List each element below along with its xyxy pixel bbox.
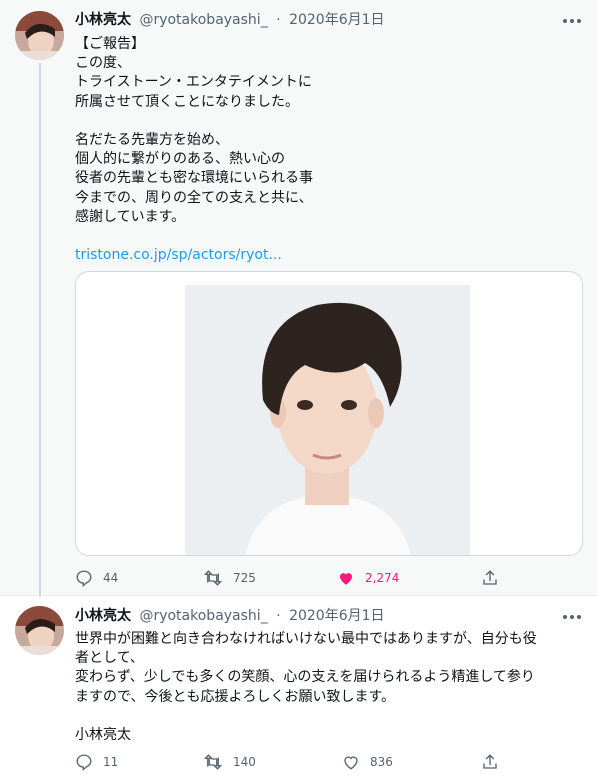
tweet-date[interactable]: 2020年6月1日 bbox=[289, 608, 384, 624]
share-button[interactable] bbox=[481, 752, 499, 772]
text-line: 世界中が困難と向き合わなければいけない最中ではありますが、自分も役 bbox=[75, 631, 537, 647]
text-line: ますので、今後とも応援よろしくお願い致します。 bbox=[75, 688, 396, 705]
retweet-icon bbox=[203, 570, 223, 586]
tweet-actions: 44 725 2,274 bbox=[75, 568, 515, 588]
tweet-header: 小林亮太 @ryotakobayashi_ · 2020年6月1日 bbox=[75, 605, 385, 627]
text-line: 役者の先輩とも密な環境にいられる事 bbox=[75, 170, 313, 187]
text-line: 小林亮太 bbox=[75, 726, 131, 743]
text-line: 変わらず、少しでも多くの笑顔、心の支えを届けられるよう精進して参り bbox=[75, 669, 535, 686]
text-line: 今までの、周りの全ての支えと共に、 bbox=[75, 189, 313, 206]
like-count: 2,274 bbox=[365, 571, 400, 585]
text-line: 所属させて頂くことになりました。 bbox=[75, 93, 299, 110]
retweet-button[interactable]: 725 bbox=[203, 568, 256, 588]
separator: · bbox=[276, 608, 281, 624]
tweet-actions: 11 140 836 bbox=[75, 752, 515, 772]
tweet-2[interactable]: 小林亮太 @ryotakobayashi_ · 2020年6月1日 世界中が困難… bbox=[0, 597, 597, 779]
heart-icon bbox=[344, 756, 358, 770]
avatar[interactable] bbox=[15, 606, 64, 655]
author-name[interactable]: 小林亮太 bbox=[75, 608, 131, 624]
reply-count: 11 bbox=[103, 755, 119, 769]
text-line: 【ご報告】 bbox=[75, 36, 145, 52]
text-line: トライストーン・エンタテイメントに bbox=[75, 74, 312, 91]
text-line: 個人的に繋がりのある、熱い心の bbox=[75, 151, 285, 168]
tweet-text: 世界中が困難と向き合わなければいけない最中ではありますが、自分も役 者として、 … bbox=[75, 630, 583, 745]
reply-button[interactable]: 44 bbox=[75, 568, 118, 588]
author-handle[interactable]: @ryotakobayashi_ bbox=[139, 12, 267, 28]
author-name[interactable]: 小林亮太 bbox=[75, 12, 131, 28]
more-options-icon[interactable] bbox=[563, 12, 581, 30]
profile-photo[interactable] bbox=[185, 285, 470, 555]
author-handle[interactable]: @ryotakobayashi_ bbox=[139, 608, 267, 624]
tweet-1[interactable]: 小林亮太 @ryotakobayashi_ · 2020年6月1日 【ご報告】 … bbox=[0, 0, 597, 608]
reply-icon bbox=[76, 570, 92, 587]
retweet-icon bbox=[203, 754, 223, 770]
tweet-link[interactable]: tristone.co.jp/sp/actors/ryot... bbox=[75, 246, 583, 265]
text-line bbox=[75, 112, 583, 131]
tweet-text: 【ご報告】 この度、 トライストーン・エンタテイメントに 所属させて頂くことにな… bbox=[75, 35, 583, 265]
reply-button[interactable]: 11 bbox=[75, 752, 118, 772]
like-count: 836 bbox=[370, 755, 393, 769]
retweet-count: 140 bbox=[233, 755, 256, 769]
more-options-icon[interactable] bbox=[563, 608, 581, 626]
tweet-date[interactable]: 2020年6月1日 bbox=[289, 12, 384, 28]
thread-line bbox=[39, 63, 41, 608]
heart-filled-icon bbox=[340, 573, 352, 585]
tweet-header: 小林亮太 @ryotakobayashi_ · 2020年6月1日 bbox=[75, 9, 385, 31]
text-line: 者として、 bbox=[75, 650, 144, 667]
text-line: 名だたる先輩方を始め、 bbox=[75, 131, 229, 148]
text-line: この度、 bbox=[75, 55, 131, 72]
retweet-button[interactable]: 140 bbox=[203, 752, 256, 772]
avatar[interactable] bbox=[15, 11, 64, 60]
separator: · bbox=[276, 12, 281, 28]
reply-count: 44 bbox=[103, 571, 119, 585]
text-line bbox=[75, 707, 583, 726]
share-icon bbox=[483, 570, 497, 585]
reply-icon bbox=[76, 754, 92, 771]
share-button[interactable] bbox=[481, 568, 499, 588]
like-button[interactable]: 836 bbox=[342, 752, 393, 772]
retweet-count: 725 bbox=[233, 571, 256, 585]
share-icon bbox=[483, 754, 497, 769]
text-line bbox=[75, 227, 583, 246]
text-line: 感謝しています。 bbox=[75, 208, 186, 225]
like-button[interactable]: 2,274 bbox=[337, 568, 399, 588]
media-card[interactable] bbox=[75, 271, 583, 556]
